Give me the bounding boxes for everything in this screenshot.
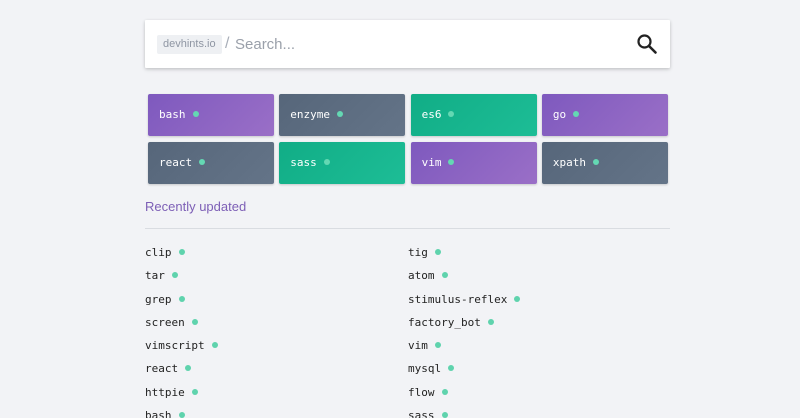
- dot-icon: [178, 249, 185, 255]
- dot-icon: [185, 365, 192, 372]
- dot-icon: [323, 159, 330, 165]
- list-item[interactable]: grep: [145, 292, 405, 315]
- dot-icon: [448, 111, 455, 117]
- list-item[interactable]: flow: [408, 385, 668, 408]
- recent-list-left: clip tar grep screen vimscript react htt…: [145, 245, 405, 418]
- divider: [145, 228, 670, 229]
- tile-bash[interactable]: bash: [148, 94, 274, 136]
- dot-icon: [573, 111, 580, 117]
- list-item[interactable]: vimscript: [145, 338, 405, 361]
- dot-icon: [434, 342, 441, 349]
- tile-label: bash: [159, 108, 199, 122]
- list-item[interactable]: tig: [408, 245, 668, 268]
- dot-icon: [337, 111, 344, 117]
- tile-sass[interactable]: sass: [279, 142, 406, 184]
- dot-icon: [593, 159, 600, 165]
- list-item[interactable]: atom: [408, 268, 668, 291]
- dot-icon: [441, 412, 448, 418]
- search-input[interactable]: [235, 32, 615, 56]
- tile-label: sass: [290, 156, 330, 170]
- dot-icon: [448, 159, 455, 165]
- dot-icon: [441, 272, 448, 279]
- tile-enzyme[interactable]: enzyme: [279, 94, 406, 136]
- tile-vim[interactable]: vim: [410, 142, 537, 184]
- search-bar: devhints.io /: [145, 20, 670, 68]
- tile-es6[interactable]: es6: [410, 94, 537, 136]
- dot-icon: [487, 318, 494, 325]
- tile-label: vim: [422, 156, 455, 170]
- list-item[interactable]: tar: [145, 268, 405, 291]
- dot-icon: [192, 111, 199, 117]
- recently-updated-heading: Recently updated: [145, 199, 247, 214]
- tile-go[interactable]: go: [541, 94, 668, 136]
- dot-icon: [191, 388, 198, 395]
- dot-icon: [211, 342, 218, 349]
- list-item[interactable]: sass: [408, 408, 668, 418]
- tile-label: xpath: [553, 156, 600, 170]
- list-item[interactable]: screen: [145, 315, 405, 338]
- dot-icon: [191, 318, 198, 325]
- recent-list-right: tig atom stimulus-reflex factory_bot vim…: [408, 245, 668, 418]
- dot-icon: [434, 249, 441, 255]
- tile-react[interactable]: react: [148, 142, 274, 184]
- tile-xpath[interactable]: xpath: [541, 142, 668, 184]
- dot-icon: [514, 295, 521, 302]
- list-item[interactable]: httpie: [145, 385, 405, 408]
- list-item[interactable]: vim: [408, 338, 668, 361]
- dot-icon: [448, 365, 455, 372]
- dot-icon: [171, 272, 178, 279]
- list-item[interactable]: mysql: [408, 361, 668, 384]
- brand-badge[interactable]: devhints.io: [157, 35, 222, 54]
- list-item[interactable]: factory_bot: [408, 315, 668, 338]
- tile-label: es6: [422, 108, 455, 122]
- list-item[interactable]: stimulus-reflex: [408, 292, 668, 315]
- dot-icon: [441, 388, 448, 395]
- tile-label: enzyme: [290, 108, 344, 122]
- list-item[interactable]: react: [145, 361, 405, 384]
- featured-sheets-grid: bash enzyme es6 go react sass vim xpath: [148, 94, 668, 184]
- dot-icon: [178, 295, 185, 302]
- dot-icon: [178, 412, 185, 418]
- tile-label: go: [553, 108, 580, 122]
- list-item[interactable]: bash: [145, 408, 405, 418]
- search-icon[interactable]: [635, 32, 659, 56]
- breadcrumb-separator: /: [225, 35, 230, 52]
- dot-icon: [199, 159, 206, 165]
- tile-label: react: [159, 156, 206, 170]
- list-item[interactable]: clip: [145, 245, 405, 268]
